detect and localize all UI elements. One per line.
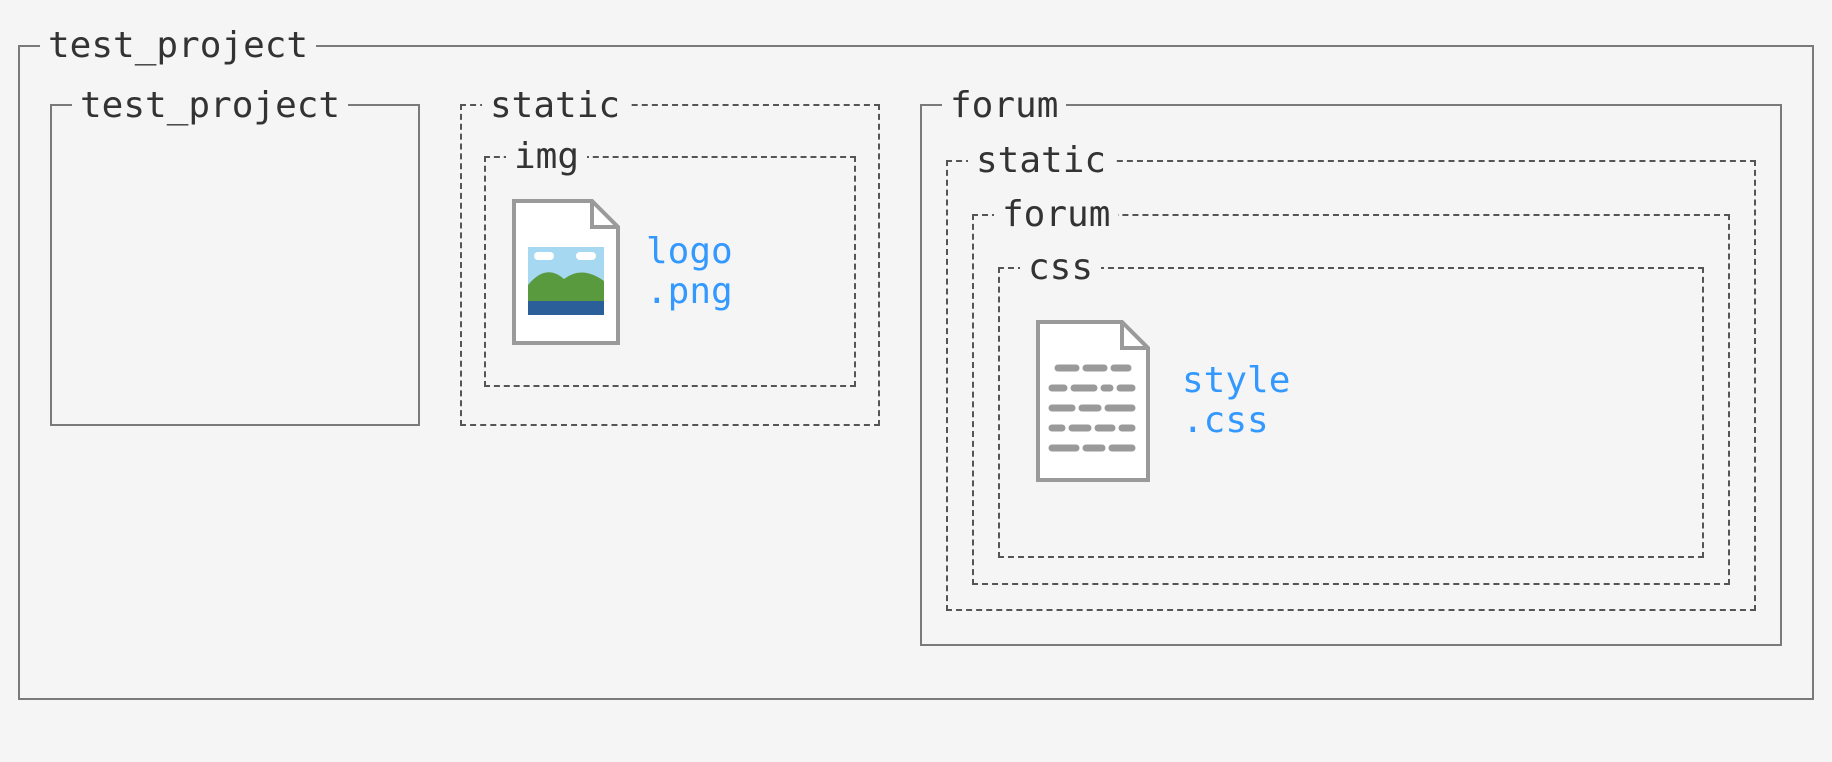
file-name: logo .png	[646, 232, 733, 311]
folder-label: forum	[994, 195, 1118, 235]
folder-css: css	[998, 248, 1704, 558]
folder-static: static img	[460, 86, 880, 426]
image-file-icon	[506, 197, 626, 347]
folder-forum-static-forum: forum css	[972, 195, 1730, 585]
file-name: style .css	[1182, 361, 1290, 440]
folder-label: test_project	[40, 26, 316, 66]
folder-label: test_project	[72, 86, 348, 126]
folder-img: img	[484, 137, 856, 387]
folder-label: forum	[942, 86, 1066, 126]
folder-label: static	[482, 86, 628, 126]
folder-label: css	[1020, 248, 1101, 288]
text-file-icon	[1028, 316, 1158, 486]
folder-forum: forum static forum css	[920, 86, 1782, 646]
folder-label: img	[506, 137, 587, 177]
folder-label: static	[968, 141, 1114, 181]
folder-forum-static: static forum css	[946, 141, 1756, 611]
folder-test-project-root: test_project test_project static img	[18, 26, 1814, 700]
folder-test-project-inner: test_project	[50, 86, 420, 426]
